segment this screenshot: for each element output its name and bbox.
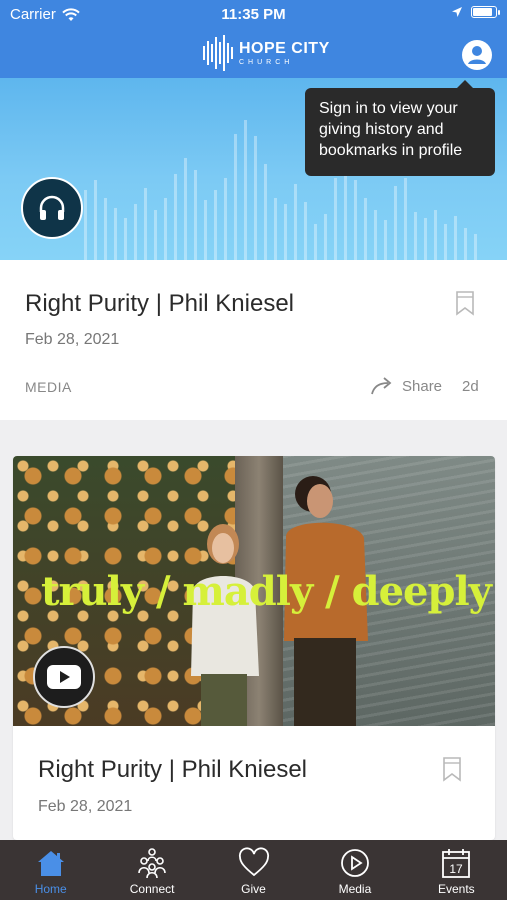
share-label: Share	[402, 377, 443, 395]
woman-figure	[191, 524, 259, 726]
logo-mark-icon	[203, 35, 233, 71]
logo-title: HOPE CITY	[239, 39, 330, 57]
tab-give[interactable]: Give	[203, 840, 304, 900]
status-bar: Carrier 11:35 PM	[0, 0, 507, 28]
feed-card[interactable]: truly / madly / deeply Right Purity | Ph…	[13, 456, 495, 840]
tab-label: Events	[437, 882, 475, 896]
bookmark-icon[interactable]	[442, 756, 462, 782]
audio-play-button[interactable]	[21, 177, 83, 239]
tab-home[interactable]: Home	[0, 840, 101, 900]
svg-text:17: 17	[450, 862, 464, 876]
tooltip-text: Sign in to view your giving history and …	[319, 100, 463, 159]
feed-card[interactable]: Right Purity | Phil Kniesel Feb 28, 2021…	[0, 260, 507, 420]
user-icon	[468, 46, 486, 64]
profile-button[interactable]	[462, 40, 492, 70]
app-header: Carrier 11:35 PM HOPE CITY CHURCH	[0, 0, 507, 78]
card-category: MEDIA	[25, 379, 72, 395]
sign-in-tooltip[interactable]: Sign in to view your giving history and …	[305, 80, 495, 176]
card-date: Feb 28, 2021	[25, 331, 120, 348]
battery-icon	[471, 6, 500, 18]
status-right	[451, 6, 500, 18]
share-button[interactable]: Share	[370, 376, 442, 396]
people-icon	[138, 848, 166, 879]
tab-bar: Home Connect Give Media 17 Events	[0, 840, 507, 900]
tab-connect[interactable]: Connect	[101, 840, 202, 900]
headphones-icon	[39, 195, 65, 220]
tab-label: Connect	[129, 882, 175, 896]
tab-events[interactable]: 17 Events	[406, 840, 507, 900]
clock: 11:35 PM	[221, 6, 286, 23]
artwork-title: truly / madly / deeply	[41, 568, 492, 615]
card-title: Right Purity | Phil Kniesel	[38, 756, 308, 783]
card-age: 2d	[462, 378, 479, 395]
heart-icon	[238, 847, 269, 877]
bookmark-icon[interactable]	[455, 290, 475, 316]
tab-media[interactable]: Media	[304, 840, 405, 900]
play-circle-icon	[341, 849, 369, 877]
tab-label: Media	[338, 882, 372, 896]
home-icon	[37, 851, 64, 876]
card-title: Right Purity | Phil Kniesel	[25, 290, 295, 317]
location-arrow-icon	[452, 7, 462, 17]
church-logo: HOPE CITY CHURCH	[203, 34, 330, 72]
tab-label: Home	[34, 882, 67, 896]
share-arrow-icon	[371, 377, 392, 395]
sermon-artwork: truly / madly / deeply	[13, 456, 495, 726]
video-play-button[interactable]	[33, 646, 95, 708]
card-date: Feb 28, 2021	[38, 798, 133, 815]
youtube-icon	[47, 665, 81, 689]
logo-subtitle: CHURCH	[239, 58, 294, 66]
calendar-icon: 17	[442, 849, 471, 878]
tab-label: Give	[241, 882, 266, 896]
